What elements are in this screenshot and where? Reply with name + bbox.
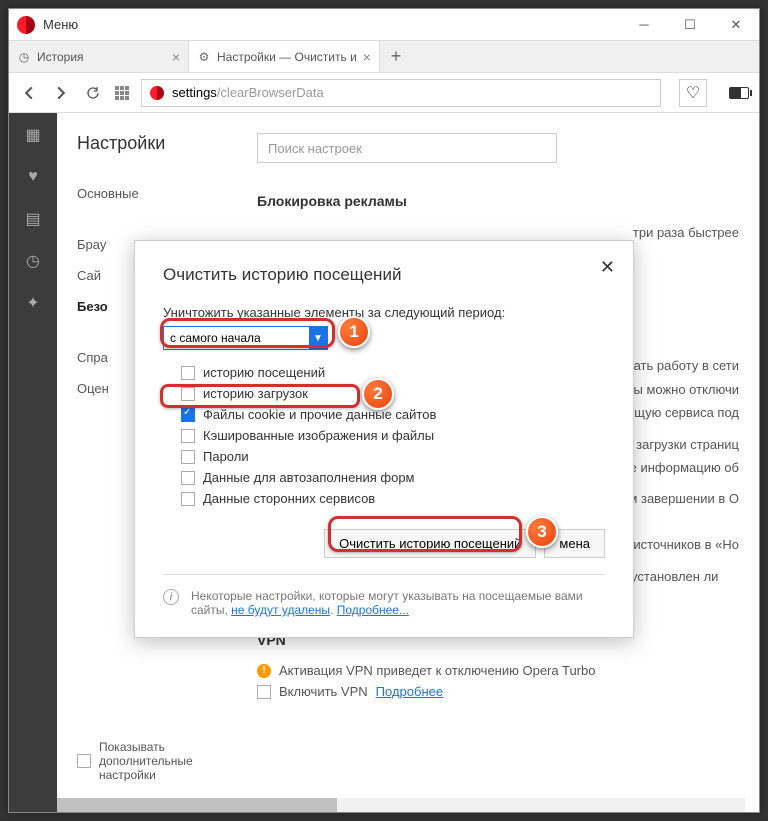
url-path: /clearBrowserData bbox=[217, 85, 324, 100]
maximize-button[interactable]: ☐ bbox=[667, 9, 713, 41]
sidebar: ▦ ♥ ▤ ◷ ✦ bbox=[9, 113, 57, 812]
option-cookies[interactable]: Файлы cookie и прочие данные сайтов bbox=[181, 404, 605, 425]
chevron-down-icon: ▼ bbox=[309, 327, 327, 349]
url-scheme: settings bbox=[172, 85, 217, 100]
opera-logo-icon bbox=[17, 16, 35, 34]
row-label: Включить VPN bbox=[279, 684, 368, 699]
option-label: Файлы cookie и прочие данные сайтов bbox=[203, 407, 436, 422]
url-input[interactable]: settings/clearBrowserData bbox=[141, 79, 661, 107]
history-sidebar-icon[interactable]: ◷ bbox=[23, 251, 43, 271]
close-window-button[interactable]: ✕ bbox=[713, 9, 759, 41]
gear-icon: ⚙ bbox=[197, 50, 211, 64]
checkbox-icon[interactable] bbox=[181, 366, 195, 380]
nav-basic[interactable]: Основные bbox=[77, 178, 237, 209]
show-advanced-label: Показывать дополнительные настройки bbox=[99, 740, 239, 782]
scrollbar-thumb[interactable] bbox=[57, 798, 337, 812]
new-tab-button[interactable]: + bbox=[380, 41, 412, 72]
address-bar: settings/clearBrowserData ♡ bbox=[9, 73, 759, 113]
bookmark-button[interactable]: ♡ bbox=[679, 79, 707, 107]
time-period-select[interactable]: с самого начала ▼ bbox=[163, 326, 328, 350]
checkbox-icon[interactable] bbox=[77, 754, 91, 768]
warning-icon: ! bbox=[257, 664, 271, 678]
option-autofill[interactable]: Данные для автозаполнения форм bbox=[181, 467, 605, 488]
vpn-warning-row: ! Активация VPN приведет к отключению Op… bbox=[257, 660, 739, 681]
reload-button[interactable] bbox=[83, 83, 103, 103]
checkbox-icon[interactable] bbox=[181, 450, 195, 464]
option-label: историю загрузок bbox=[203, 386, 308, 401]
note-link-more[interactable]: Подробнее... bbox=[337, 603, 409, 617]
warning-text: Активация VPN приведет к отключению Oper… bbox=[279, 663, 595, 678]
option-label: Данные сторонних сервисов bbox=[203, 491, 375, 506]
info-icon: i bbox=[163, 589, 179, 605]
note-link-not-deleted[interactable]: не будут удалены bbox=[231, 603, 330, 617]
option-label: Пароли bbox=[203, 449, 249, 464]
tab-history[interactable]: ◷ История × bbox=[9, 41, 189, 72]
tab-label: Настройки — Очистить и bbox=[217, 50, 357, 64]
titlebar: Меню ─ ☐ ✕ bbox=[9, 9, 759, 41]
tab-close-icon[interactable]: × bbox=[172, 49, 180, 65]
search-settings-input[interactable]: Поиск настроек bbox=[257, 133, 557, 163]
option-cache[interactable]: Кэшированные изображения и файлы bbox=[181, 425, 605, 446]
tab-close-icon[interactable]: × bbox=[363, 49, 371, 65]
option-label: Данные для автозаполнения форм bbox=[203, 470, 415, 485]
clear-button[interactable]: Очистить историю посещений bbox=[324, 529, 536, 558]
checkbox-icon[interactable] bbox=[181, 387, 195, 401]
menu-button[interactable]: Меню bbox=[43, 17, 621, 32]
checkbox-icon[interactable] bbox=[257, 685, 271, 699]
dialog-footnote: i Некоторые настройки, которые могут ука… bbox=[163, 574, 605, 617]
heart-sidebar-icon[interactable]: ♥ bbox=[23, 167, 43, 187]
news-sidebar-icon[interactable]: ▤ bbox=[23, 209, 43, 229]
minimize-button[interactable]: ─ bbox=[621, 9, 667, 41]
option-thirdparty[interactable]: Данные сторонних сервисов bbox=[181, 488, 605, 509]
tab-bar: ◷ История × ⚙ Настройки — Очистить и × + bbox=[9, 41, 759, 73]
vpn-enable-row: Включить VPN Подробнее bbox=[257, 681, 739, 702]
period-label: Уничтожить указанные элементы за следующ… bbox=[163, 305, 605, 320]
checkbox-icon[interactable] bbox=[181, 492, 195, 506]
checkbox-icon[interactable] bbox=[181, 408, 195, 422]
checkbox-icon[interactable] bbox=[181, 471, 195, 485]
vpn-more-link[interactable]: Подробнее bbox=[376, 684, 443, 699]
select-value: с самого начала bbox=[170, 331, 261, 345]
speed-dial-sidebar-icon[interactable]: ▦ bbox=[23, 125, 43, 145]
option-label: Кэшированные изображения и файлы bbox=[203, 428, 434, 443]
annotation-balloon-3: 3 bbox=[526, 516, 558, 548]
extensions-sidebar-icon[interactable]: ✦ bbox=[23, 293, 43, 313]
option-passwords[interactable]: Пароли bbox=[181, 446, 605, 467]
opera-badge-icon bbox=[150, 86, 164, 100]
speed-dial-icon[interactable] bbox=[115, 86, 129, 100]
option-label: историю посещений bbox=[203, 365, 325, 380]
horizontal-scrollbar[interactable] bbox=[57, 798, 745, 812]
forward-button[interactable] bbox=[51, 83, 71, 103]
checkbox-icon[interactable] bbox=[181, 429, 195, 443]
close-icon[interactable]: ✕ bbox=[600, 257, 615, 278]
section-adblock: Блокировка рекламы bbox=[257, 193, 739, 209]
dialog-title: Очистить историю посещений bbox=[163, 265, 605, 285]
page-title: Настройки bbox=[77, 133, 237, 154]
clock-icon: ◷ bbox=[17, 50, 31, 64]
clear-data-dialog: ✕ Очистить историю посещений Уничтожить … bbox=[134, 240, 634, 638]
tab-settings[interactable]: ⚙ Настройки — Очистить и × bbox=[189, 41, 380, 72]
option-browsing-history[interactable]: историю посещений bbox=[181, 362, 605, 383]
annotation-balloon-1: 1 bbox=[338, 316, 370, 348]
battery-icon[interactable] bbox=[729, 87, 749, 99]
back-button[interactable] bbox=[19, 83, 39, 103]
tab-label: История bbox=[37, 50, 84, 64]
show-advanced-checkbox[interactable]: Показывать дополнительные настройки bbox=[77, 740, 239, 782]
annotation-balloon-2: 2 bbox=[362, 378, 394, 410]
note-sep: . bbox=[330, 603, 337, 617]
